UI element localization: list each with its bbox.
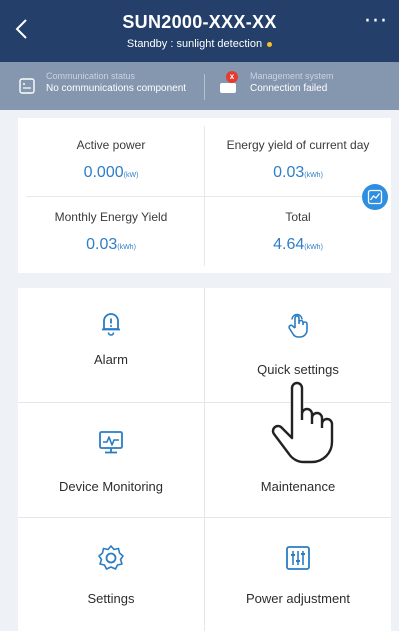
communication-status-value: No communications component xyxy=(46,83,187,94)
total-yield-value: 4.64(kWh) xyxy=(205,236,391,254)
device-status: Standby : sunlight detection xyxy=(0,38,399,50)
alarm-tile[interactable]: Alarm xyxy=(18,288,204,404)
alarm-label: Alarm xyxy=(94,352,128,367)
monitor-icon xyxy=(99,431,123,454)
tap-icon xyxy=(288,313,308,338)
communication-status-label: Communication status xyxy=(46,71,136,81)
device-status-text: Standby : sunlight detection xyxy=(126,38,263,50)
device-monitoring-label: Device Monitoring xyxy=(58,479,164,494)
monthly-yield-metric: Monthly Energy Yield 0.03(kWh) xyxy=(18,210,204,254)
active-power-number: 0.000 xyxy=(83,164,124,181)
status-bar: Communication status No communications c… xyxy=(0,62,399,110)
monthly-yield-number: 0.03 xyxy=(86,236,118,253)
router-icon xyxy=(19,78,35,94)
gear-icon xyxy=(98,545,124,570)
management-system-status[interactable]: x Management system Connection failed xyxy=(218,69,393,103)
energy-summary-card: Active power 0.000(kW) Energy yield of c… xyxy=(18,118,391,273)
card-divider-horizontal xyxy=(26,196,383,197)
active-power-value: 0.000(kW) xyxy=(18,164,204,182)
active-power-metric: Active power 0.000(kW) xyxy=(18,138,204,182)
quick-settings-label: Quick settings xyxy=(257,362,339,377)
status-dot xyxy=(267,41,273,47)
total-yield-unit: (kWh) xyxy=(304,244,323,251)
monthly-yield-unit: (kWh) xyxy=(117,244,136,251)
more-button[interactable]: ··· xyxy=(361,11,391,38)
bell-icon xyxy=(102,313,120,336)
more-icon: ··· xyxy=(364,9,388,34)
yield-today-label: Energy yield of current day xyxy=(226,138,370,152)
monthly-yield-label: Monthly Energy Yield xyxy=(54,210,168,224)
active-power-label: Active power xyxy=(76,138,146,152)
device-monitoring-tile[interactable]: Device Monitoring xyxy=(18,403,204,519)
power-adjustment-tile[interactable]: Power adjustment xyxy=(205,518,391,631)
total-yield-metric: Total 4.64(kWh) xyxy=(205,210,391,254)
yield-today-unit: (kWh) xyxy=(304,172,323,179)
trend-chart-icon xyxy=(367,189,383,205)
total-yield-number: 4.64 xyxy=(273,236,305,253)
page-title: SUN2000-XXX-XX xyxy=(122,12,277,32)
error-badge: x xyxy=(226,71,238,83)
total-yield-label: Total xyxy=(285,210,311,224)
monthly-yield-value: 0.03(kWh) xyxy=(18,236,204,254)
management-system-value: Connection failed xyxy=(250,83,328,94)
active-power-unit: (kW) xyxy=(123,172,139,179)
yield-today-value: 0.03(kWh) xyxy=(205,164,391,182)
yield-today-number: 0.03 xyxy=(273,164,305,181)
maintenance-label: Maintenance xyxy=(260,479,336,494)
settings-label: Settings xyxy=(87,591,135,606)
trend-chart-button[interactable] xyxy=(362,184,388,210)
sliders-icon xyxy=(286,546,310,570)
status-divider xyxy=(204,74,205,100)
settings-tile[interactable]: Settings xyxy=(18,518,204,631)
management-system-label: Management system xyxy=(250,71,334,81)
app-header: SUN2000-XXX-XX Standby : sunlight detect… xyxy=(0,0,399,62)
communication-status[interactable]: Communication status No communications c… xyxy=(18,69,203,103)
power-adjustment-label: Power adjustment xyxy=(245,591,351,606)
pointing-hand-icon xyxy=(271,381,334,464)
yield-today-metric: Energy yield of current day 0.03(kWh) xyxy=(205,138,391,182)
